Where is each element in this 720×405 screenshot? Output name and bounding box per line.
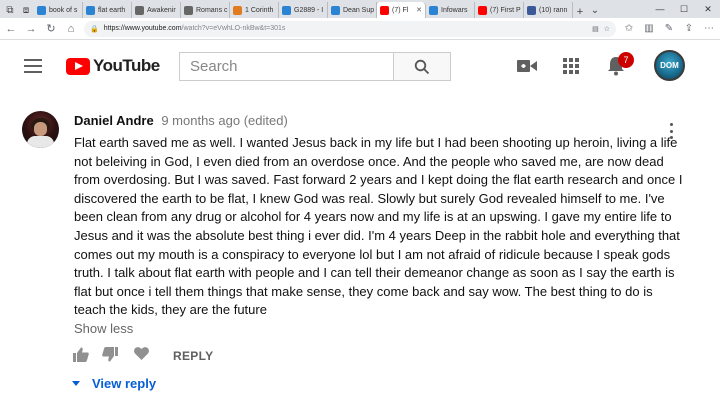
heart-button[interactable] [134, 347, 149, 360]
tab-label: Awakenir [147, 6, 176, 14]
logo-text: YouTube [93, 56, 160, 75]
tab-favicon-icon [380, 5, 389, 15]
tab-label: book of s [49, 6, 78, 14]
tab-favicon-icon [37, 5, 46, 15]
youtube-header: YouTube Search [0, 40, 720, 94]
tab-label: Infowars [441, 6, 468, 14]
view-reply-toggle[interactable]: View reply [72, 376, 156, 391]
new-tab-button[interactable]: + [573, 6, 587, 18]
create-video-icon[interactable] [515, 54, 539, 78]
browser-tab[interactable]: (7) First P [475, 2, 524, 18]
thumbs-down-icon [102, 347, 118, 362]
search-input[interactable]: Search [179, 52, 393, 81]
browser-tab[interactable]: Awakenir [132, 2, 181, 18]
youtube-logo[interactable]: YouTube [66, 56, 160, 76]
browser-tab[interactable]: (7) Fl ✕ [377, 2, 426, 18]
browser-tab[interactable]: Infowars [426, 2, 475, 18]
browser-tab[interactable]: G2889 - I [279, 2, 328, 18]
maximize-icon[interactable]: ☐ [672, 4, 696, 15]
tab-favicon-icon [184, 5, 193, 15]
browser-tab-strip: ⧉ ⧈ book of s flat earth Awakenir Romans c 1… [0, 0, 720, 18]
window-controls: — ☐ ✕ [648, 0, 720, 18]
tab-label: (7) First P [490, 6, 521, 14]
reading-list-icon[interactable]: ▥ [642, 23, 656, 34]
browser-tab[interactable]: Romans c [181, 2, 230, 18]
tab-label: Romans c [196, 6, 228, 14]
tab-favicon-icon [135, 5, 144, 15]
address-bar[interactable]: 🔒 https://www.youtube.com/watch?v=eVwhLO… [84, 20, 616, 37]
comment-author[interactable]: Daniel Andre [74, 113, 154, 128]
reload-icon[interactable]: ↻ [44, 22, 58, 35]
like-button[interactable] [73, 347, 89, 362]
close-tab-icon[interactable]: ✕ [416, 6, 422, 14]
search-icon [414, 59, 430, 74]
favorites-icon[interactable]: ✩ [622, 23, 636, 34]
show-less-link[interactable]: Show less [74, 321, 133, 336]
back-icon[interactable]: ← [4, 23, 18, 35]
home-icon[interactable]: ⌂ [64, 23, 78, 35]
pen-icon[interactable]: ✎ [662, 23, 676, 34]
expand-arrow-icon [72, 381, 80, 386]
view-reply-label: View reply [92, 376, 157, 391]
comment-header: Daniel Andre 9 months ago (edited) [74, 113, 288, 128]
dislike-button[interactable] [102, 347, 118, 362]
tab-label: Dean Sup [343, 6, 375, 14]
tab-favicon-icon [331, 5, 340, 15]
favorite-star-icon[interactable]: ☆ [604, 25, 610, 33]
browser-tab[interactable]: book of s [34, 2, 83, 18]
url-text: https://www.youtube.com/watch?v=eVwhLO-n… [103, 25, 286, 32]
apps-grid-icon[interactable] [559, 54, 583, 78]
browser-toolbar: ← → ↻ ⌂ 🔒 https://www.youtube.com/watch?… [0, 18, 720, 40]
commenter-avatar[interactable] [22, 111, 59, 148]
close-window-icon[interactable]: ✕ [696, 4, 720, 15]
tab-label: flat earth [98, 6, 126, 14]
tab-label: G2889 - I [294, 6, 324, 14]
user-avatar[interactable]: DOM [654, 50, 685, 81]
tab-favicon-icon [478, 5, 487, 15]
thumbs-up-icon [73, 347, 89, 362]
tab-favicon-icon [282, 5, 291, 15]
browser-tab[interactable]: (10) rann [524, 2, 573, 18]
share-icon[interactable]: ⇪ [682, 23, 696, 34]
heart-icon [134, 347, 149, 360]
tab-label: (10) rann [539, 6, 568, 14]
comment-timestamp[interactable]: 9 months ago (edited) [161, 113, 287, 128]
browser-tab[interactable]: 1 Corinth [230, 2, 279, 18]
comment-body: Flat earth saved me as well. I wanted Je… [74, 135, 683, 318]
lock-icon: 🔒 [90, 25, 99, 33]
tab-label: (7) Fl [392, 6, 409, 14]
minimize-icon[interactable]: — [648, 4, 672, 14]
reader-icon[interactable]: ▤ [592, 25, 599, 33]
browser-tab[interactable]: flat earth [83, 2, 132, 18]
search-button[interactable] [393, 52, 451, 81]
tab-favicon-icon [233, 5, 242, 15]
forward-icon[interactable]: → [24, 23, 38, 35]
tab-favicon-icon [429, 5, 438, 15]
tab-favicon-icon [86, 5, 95, 15]
tab-search-icon[interactable]: ⌄ [587, 2, 603, 18]
browser-tab[interactable]: Dean Sup [328, 2, 377, 18]
more-icon[interactable]: ⋯ [702, 23, 716, 34]
menu-icon[interactable] [24, 59, 42, 73]
reply-button[interactable]: REPLY [173, 349, 213, 363]
youtube-play-icon [66, 57, 90, 75]
tab-label: 1 Corinth [245, 6, 274, 14]
tab-actions-icon[interactable]: ⧉ [2, 2, 18, 18]
tab-list-icon[interactable]: ⧈ [18, 2, 34, 18]
notification-count-badge: 7 [618, 52, 634, 68]
tab-favicon-icon [527, 5, 536, 15]
